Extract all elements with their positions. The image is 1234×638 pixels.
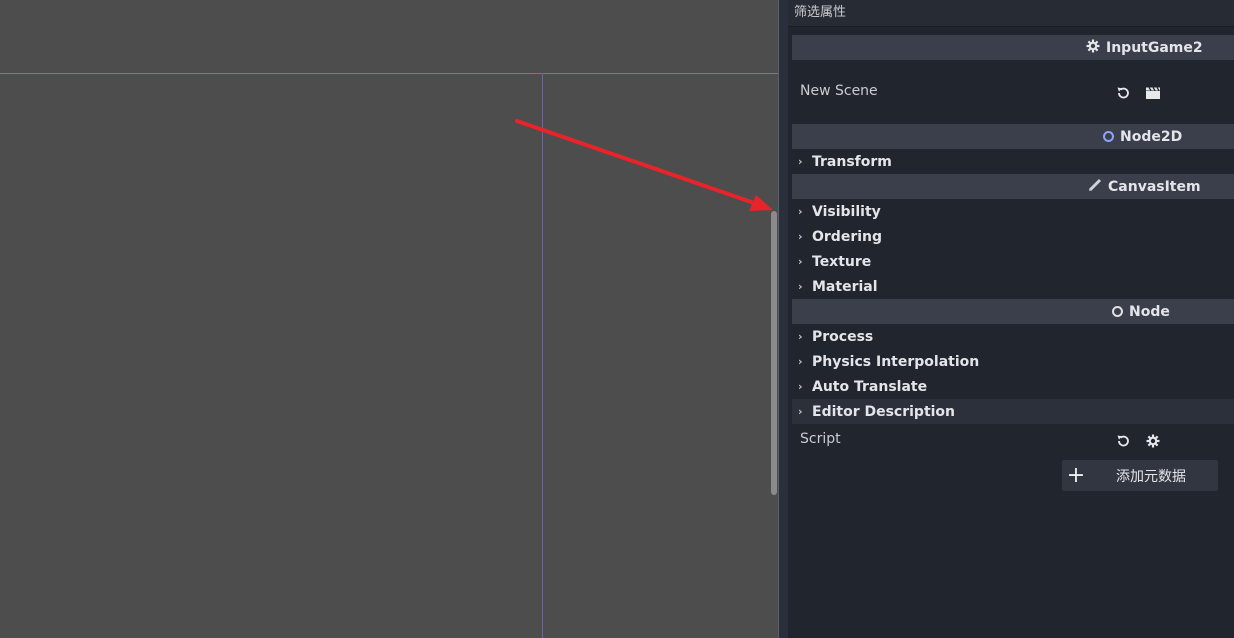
script-property-label: Script	[800, 431, 841, 447]
panel-splitter[interactable]	[778, 0, 788, 638]
category-texture[interactable]: › Texture	[792, 249, 1234, 274]
category-label: Visibility	[812, 203, 881, 220]
category-label: Texture	[812, 253, 872, 270]
node2d-title: Node2D	[1120, 128, 1183, 145]
category-label: Material	[812, 278, 878, 295]
chevron-right-icon: ›	[798, 205, 803, 218]
category-label: Physics Interpolation	[812, 353, 980, 370]
inspector-panel: 筛选属性 InputGame2 New Scene Node2D › Trans…	[788, 0, 1234, 638]
clapperboard-icon[interactable]	[1144, 84, 1162, 102]
chevron-right-icon: ›	[798, 405, 803, 418]
node2d-circle-icon	[1103, 131, 1114, 142]
pencil-icon	[1088, 178, 1102, 196]
annotation-arrow	[515, 119, 773, 211]
chevron-right-icon: ›	[798, 280, 803, 293]
script-class-header: InputGame2	[792, 35, 1234, 60]
category-process[interactable]: › Process	[792, 324, 1234, 349]
plus-icon: +	[1066, 462, 1086, 488]
category-label: Ordering	[812, 228, 883, 245]
add-metadata-button[interactable]: + 添加元数据	[1062, 460, 1218, 491]
viewport-scrollbar-thumb[interactable]	[771, 211, 777, 495]
scene-file-label: New Scene	[800, 83, 878, 99]
add-metadata-label: 添加元数据	[1116, 468, 1186, 485]
category-label: Editor Description	[812, 403, 956, 420]
canvasitem-title: CanvasItem	[1108, 178, 1201, 195]
category-auto-translate[interactable]: › Auto Translate	[792, 374, 1234, 399]
node-section-header: Node	[792, 299, 1234, 324]
node2d-section-header: Node2D	[792, 124, 1234, 149]
gear-script-icon[interactable]	[1144, 432, 1162, 450]
canvasitem-section-header: CanvasItem	[792, 174, 1234, 199]
category-ordering[interactable]: › Ordering	[792, 224, 1234, 249]
script-class-name: InputGame2	[1106, 39, 1203, 56]
2d-viewport[interactable]	[0, 0, 778, 638]
filter-properties-input[interactable]: 筛选属性	[788, 0, 1234, 27]
chevron-right-icon: ›	[798, 230, 803, 243]
category-label: Process	[812, 328, 874, 345]
chevron-right-icon: ›	[798, 380, 803, 393]
revert-icon[interactable]	[1114, 432, 1132, 450]
chevron-right-icon: ›	[798, 155, 803, 168]
filter-properties-label: 筛选属性	[794, 5, 847, 20]
chevron-right-icon: ›	[798, 355, 803, 368]
category-transform[interactable]: › Transform	[792, 149, 1234, 174]
category-label: Auto Translate	[812, 378, 928, 395]
gear-script-icon	[1086, 39, 1100, 57]
chevron-right-icon: ›	[798, 330, 803, 343]
category-visibility[interactable]: › Visibility	[792, 199, 1234, 224]
chevron-right-icon: ›	[798, 255, 803, 268]
category-label: Transform	[812, 153, 892, 170]
category-material[interactable]: › Material	[792, 274, 1234, 299]
revert-icon[interactable]	[1114, 84, 1132, 102]
node-circle-icon	[1112, 306, 1123, 317]
category-editor-description[interactable]: › Editor Description	[792, 399, 1234, 424]
category-physics-interpolation[interactable]: › Physics Interpolation	[792, 349, 1234, 374]
node-title: Node	[1129, 303, 1170, 320]
